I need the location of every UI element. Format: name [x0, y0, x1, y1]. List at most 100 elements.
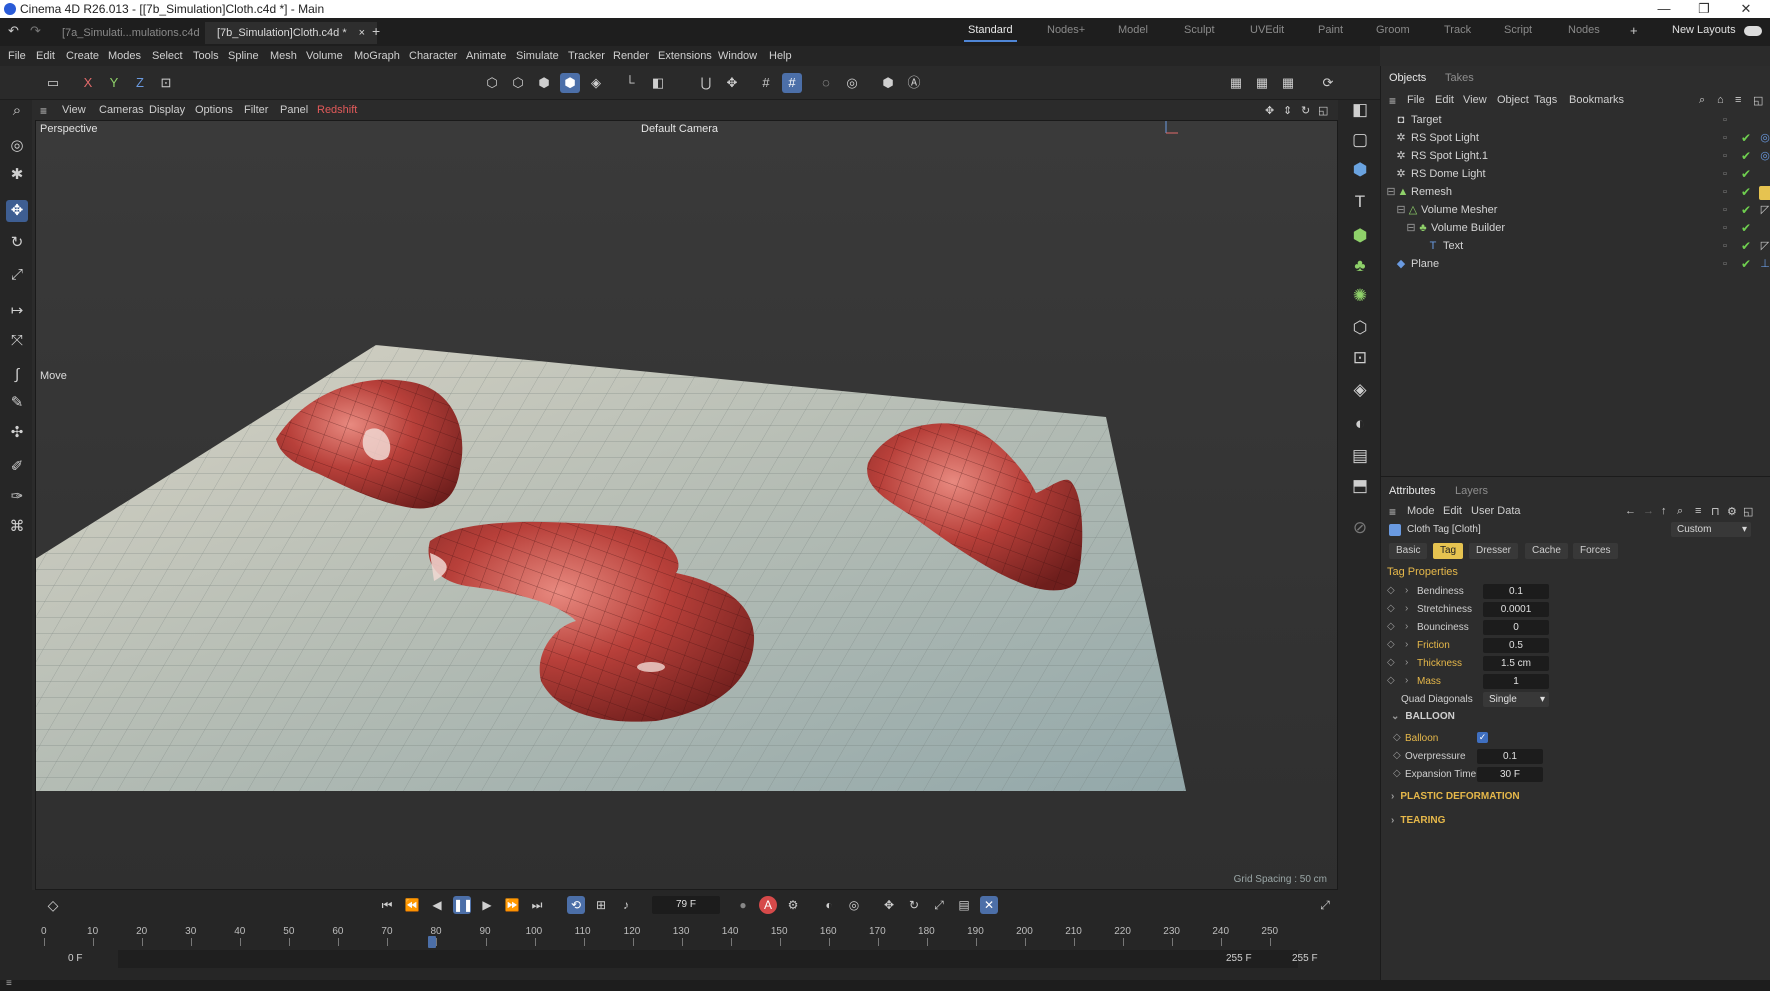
subtab-cache[interactable]: Cache — [1525, 543, 1568, 559]
quad-diagonals-dropdown[interactable]: Single ▾ — [1483, 692, 1549, 707]
layer-icon[interactable]: ▫ — [1719, 222, 1731, 234]
objects-filter-icon[interactable]: ≡ — [1735, 94, 1741, 106]
tab-takes[interactable]: Takes — [1445, 72, 1474, 84]
knife-tool-icon[interactable]: ✑ — [6, 486, 28, 508]
doc-tab-7b[interactable]: [7b_Simulation]Cloth.c4d * × — [205, 22, 378, 44]
objects-menu-tags[interactable]: Tags — [1534, 94, 1557, 106]
go-to-end-icon[interactable]: ⏭ — [528, 896, 546, 914]
objects-search-icon[interactable]: ⌕ — [1699, 94, 1705, 107]
edges-mode-icon[interactable]: ⬡ — [508, 73, 528, 93]
balloon-checkbox[interactable]: ✓ — [1477, 732, 1488, 743]
orbit-view-icon[interactable]: ↻ — [1301, 104, 1310, 117]
layout-nodes[interactable]: Nodes — [1568, 24, 1600, 36]
enabled-check-icon[interactable]: ✔ — [1741, 239, 1751, 253]
keyframe-mode-icon[interactable]: ◇ — [44, 896, 62, 914]
polygons-mode-icon[interactable]: ⬢ — [534, 73, 554, 93]
render-settings-icon[interactable]: ▦ — [1278, 73, 1298, 93]
keyframe-selection-icon[interactable]: ⚙ — [784, 896, 802, 914]
current-frame-field[interactable]: 79 F — [652, 896, 720, 914]
attributes-menu-icon[interactable]: ≡ — [1389, 505, 1396, 519]
scene-icon[interactable]: ⊡ — [1348, 346, 1372, 370]
objects-menu-object[interactable]: Object — [1497, 94, 1529, 106]
layer-icon[interactable]: ▫ — [1719, 186, 1731, 198]
minimize-button[interactable]: — — [1644, 1, 1684, 16]
collapse-icon[interactable]: ⊟ — [1395, 204, 1407, 216]
menu-tracker[interactable]: Tracker — [568, 50, 605, 62]
keyframe-diamond-icon[interactable]: ◇ — [1387, 603, 1395, 614]
keyframe-diamond-icon[interactable]: ◇ — [1387, 675, 1395, 686]
range-start-field[interactable]: 0 F — [68, 953, 82, 964]
expand-arrow-icon[interactable]: › — [1405, 657, 1408, 668]
viewport-camera-selector[interactable]: Default Camera — [641, 123, 718, 135]
y-axis-toggle[interactable]: Y — [104, 73, 124, 93]
doc-tab-7a[interactable]: [7a_Simulati...mulations.c4d — [50, 22, 212, 44]
mass-field[interactable]: 1 — [1483, 674, 1549, 689]
new-layouts-label[interactable]: New Layouts — [1672, 24, 1736, 36]
expand-arrow-icon[interactable]: › — [1405, 675, 1408, 686]
viewport-menu-display[interactable]: Display — [149, 104, 185, 116]
object-row-volume-mesher[interactable]: ⊟ △ Volume Mesher ▫ ✔ ◸ — [1385, 202, 1769, 220]
extrude-tool-icon[interactable]: ⌘ — [6, 516, 28, 538]
attributes-new-window-icon[interactable]: ◱ — [1743, 505, 1753, 518]
tab-objects[interactable]: Objects — [1389, 72, 1426, 84]
close-tab-icon[interactable]: × — [359, 27, 365, 39]
render-view-icon[interactable]: ▦ — [1226, 73, 1246, 93]
enabled-check-icon[interactable]: ✔ — [1741, 131, 1751, 145]
layout-uvedit[interactable]: UVEdit — [1250, 24, 1284, 36]
viewport-menu-options[interactable]: Options — [195, 104, 233, 116]
polygon-pen-icon[interactable]: ✣ — [6, 422, 28, 444]
tab-attributes[interactable]: Attributes — [1389, 485, 1435, 497]
move-tool-icon[interactable]: ✥ — [6, 200, 28, 222]
menu-file[interactable]: File — [8, 50, 26, 62]
viewport-menu-cameras[interactable]: Cameras — [99, 104, 144, 116]
keyframe-diamond-icon[interactable]: ◇ — [1387, 657, 1395, 668]
render-region-icon[interactable]: ◎ — [842, 73, 862, 93]
camera-icon[interactable]: ▤ — [1348, 444, 1372, 468]
pen-tool-icon[interactable]: ✎ — [6, 392, 28, 414]
rotate-tool-icon[interactable]: ↻ — [6, 232, 28, 254]
new-tab-icon[interactable]: + — [372, 23, 380, 39]
maximize-view-icon[interactable]: ◱ — [1318, 104, 1328, 117]
viewport-menu-panel[interactable]: Panel — [280, 104, 308, 116]
menu-tools[interactable]: Tools — [193, 50, 219, 62]
loop-icon[interactable]: ⟲ — [567, 896, 585, 914]
object-row-rs-spot-light-1[interactable]: ✲ RS Spot Light.1 ▫ ✔ ◎ — [1385, 148, 1769, 166]
keyframe-diamond-icon[interactable]: ◇ — [1393, 750, 1401, 761]
object-row-plane[interactable]: ◆ Plane ▫ ✔ ⊥ ◸ — [1385, 256, 1770, 274]
stretchiness-field[interactable]: 0.0001 — [1483, 602, 1549, 617]
coordinate-system-icon[interactable]: ⊡ — [156, 73, 176, 93]
record-scale-icon[interactable]: ⤢ — [930, 896, 948, 914]
preset-dropdown[interactable]: Custom ▾ — [1671, 522, 1751, 537]
menu-volume[interactable]: Volume — [306, 50, 343, 62]
friction-field[interactable]: 0.5 — [1483, 638, 1549, 653]
layout-standard[interactable]: Standard — [964, 24, 1017, 42]
layer-icon[interactable]: ▫ — [1719, 132, 1731, 144]
viewport-menu-icon[interactable]: ≡ — [40, 104, 47, 118]
z-axis-toggle[interactable]: Z — [130, 73, 150, 93]
object-row-rs-dome-light[interactable]: ✲ RS Dome Light ▫ ✔ — [1385, 166, 1767, 184]
enabled-check-icon[interactable]: ✔ — [1741, 257, 1751, 271]
texture-mode-icon[interactable]: ◧ — [648, 73, 668, 93]
uv-mode-icon[interactable]: ◈ — [586, 73, 606, 93]
record-position-icon[interactable]: ✥ — [880, 896, 898, 914]
layout-script[interactable]: Script — [1504, 24, 1532, 36]
selection-tool-icon[interactable]: ◎ — [6, 135, 28, 157]
record-rotation-icon[interactable]: ↻ — [905, 896, 923, 914]
grid-snap-icon[interactable]: # — [756, 73, 776, 93]
next-frame-icon[interactable]: ▶ — [478, 896, 496, 914]
mograph-icon[interactable]: ◈ — [1348, 378, 1372, 402]
subtab-basic[interactable]: Basic — [1389, 543, 1428, 559]
objects-new-window-icon[interactable]: ◱ — [1753, 94, 1763, 107]
redo-icon[interactable]: ↷ — [30, 23, 41, 39]
layout-toggle[interactable] — [1744, 26, 1762, 36]
scale-tool-icon[interactable]: ⤢ — [6, 264, 28, 286]
add-layout-icon[interactable]: + — [1630, 23, 1638, 38]
section-tearing[interactable]: › TEARING — [1391, 815, 1445, 826]
sound-icon[interactable]: ♪ — [617, 896, 635, 914]
magnet-icon[interactable]: ⋃ — [696, 73, 716, 93]
soft-selection-icon[interactable]: ✥ — [722, 73, 742, 93]
record-pla-icon[interactable]: ✕ — [980, 896, 998, 914]
section-balloon[interactable]: ⌄ BALLOON — [1391, 711, 1455, 722]
axis-mode-icon[interactable]: └ — [620, 73, 640, 93]
objects-menu-edit[interactable]: Edit — [1435, 94, 1454, 106]
